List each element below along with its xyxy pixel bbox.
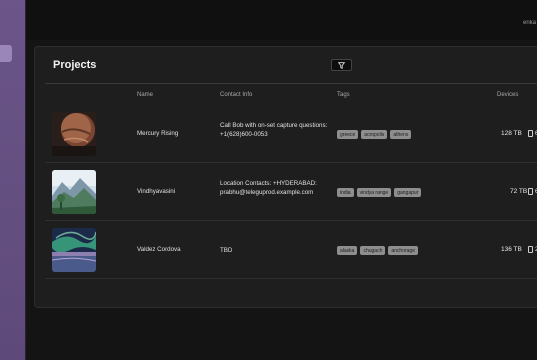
tag[interactable]: acropolis: [361, 130, 388, 139]
table-row[interactable]: Valdez Cordova TBD alaska chugach anchor…: [45, 221, 537, 279]
aurora-image: [52, 228, 96, 272]
tag-list: india vindya range gangapur: [337, 188, 422, 197]
storage-size: 128 TB: [501, 130, 522, 137]
top-bar: erika: [26, 0, 537, 40]
projects-panel: Projects Name Contact Info Tags Devices …: [34, 46, 537, 308]
sidebar: [0, 0, 26, 360]
storage-size: 72 TB: [510, 188, 528, 195]
header-divider: [45, 83, 537, 84]
column-header-name[interactable]: Name: [137, 92, 153, 98]
table-row[interactable]: Vindhyavasini Location Contacts: +HYDERA…: [45, 163, 537, 221]
contact-info: TBD: [220, 247, 233, 254]
tag[interactable]: gangapur: [394, 188, 422, 197]
project-name[interactable]: Valdez Cordova: [137, 246, 181, 253]
project-name[interactable]: Mercury Rising: [137, 130, 178, 137]
tag[interactable]: athens: [390, 130, 412, 139]
sidebar-active-item[interactable]: [0, 45, 12, 62]
contact-info: Location Contacts: +HYDERABAD: prabhu@te…: [220, 180, 317, 196]
planet-image: [52, 112, 96, 156]
column-header-tags[interactable]: Tags: [337, 92, 350, 98]
page-title: Projects: [53, 59, 97, 71]
tag-list: alaska chugach anchorage: [337, 246, 418, 255]
mountain-image: [52, 170, 96, 214]
filter-icon: [338, 61, 345, 69]
tag[interactable]: india: [337, 188, 354, 197]
device-icon: [528, 130, 533, 137]
tag[interactable]: anchorage: [388, 246, 418, 255]
tag[interactable]: vindya range: [356, 188, 392, 197]
tag[interactable]: chugach: [360, 246, 386, 255]
column-header-contact[interactable]: Contact Info: [220, 92, 252, 98]
device-icon: [528, 188, 533, 195]
filter-button[interactable]: [331, 59, 352, 71]
column-header-devices[interactable]: Devices: [497, 92, 518, 98]
contact-info: Call Bob with on-set capture questions: …: [220, 122, 328, 138]
table-row[interactable]: Mercury Rising Call Bob with on-set capt…: [45, 105, 537, 163]
tag[interactable]: greece: [337, 130, 359, 139]
storage-size: 136 TB: [501, 246, 522, 253]
tag[interactable]: alaska: [337, 246, 358, 255]
device-icon: [528, 246, 533, 253]
project-name[interactable]: Vindhyavasini: [137, 188, 175, 195]
user-name[interactable]: erika: [523, 20, 537, 26]
tag-list: greece acropolis athens: [337, 130, 412, 139]
